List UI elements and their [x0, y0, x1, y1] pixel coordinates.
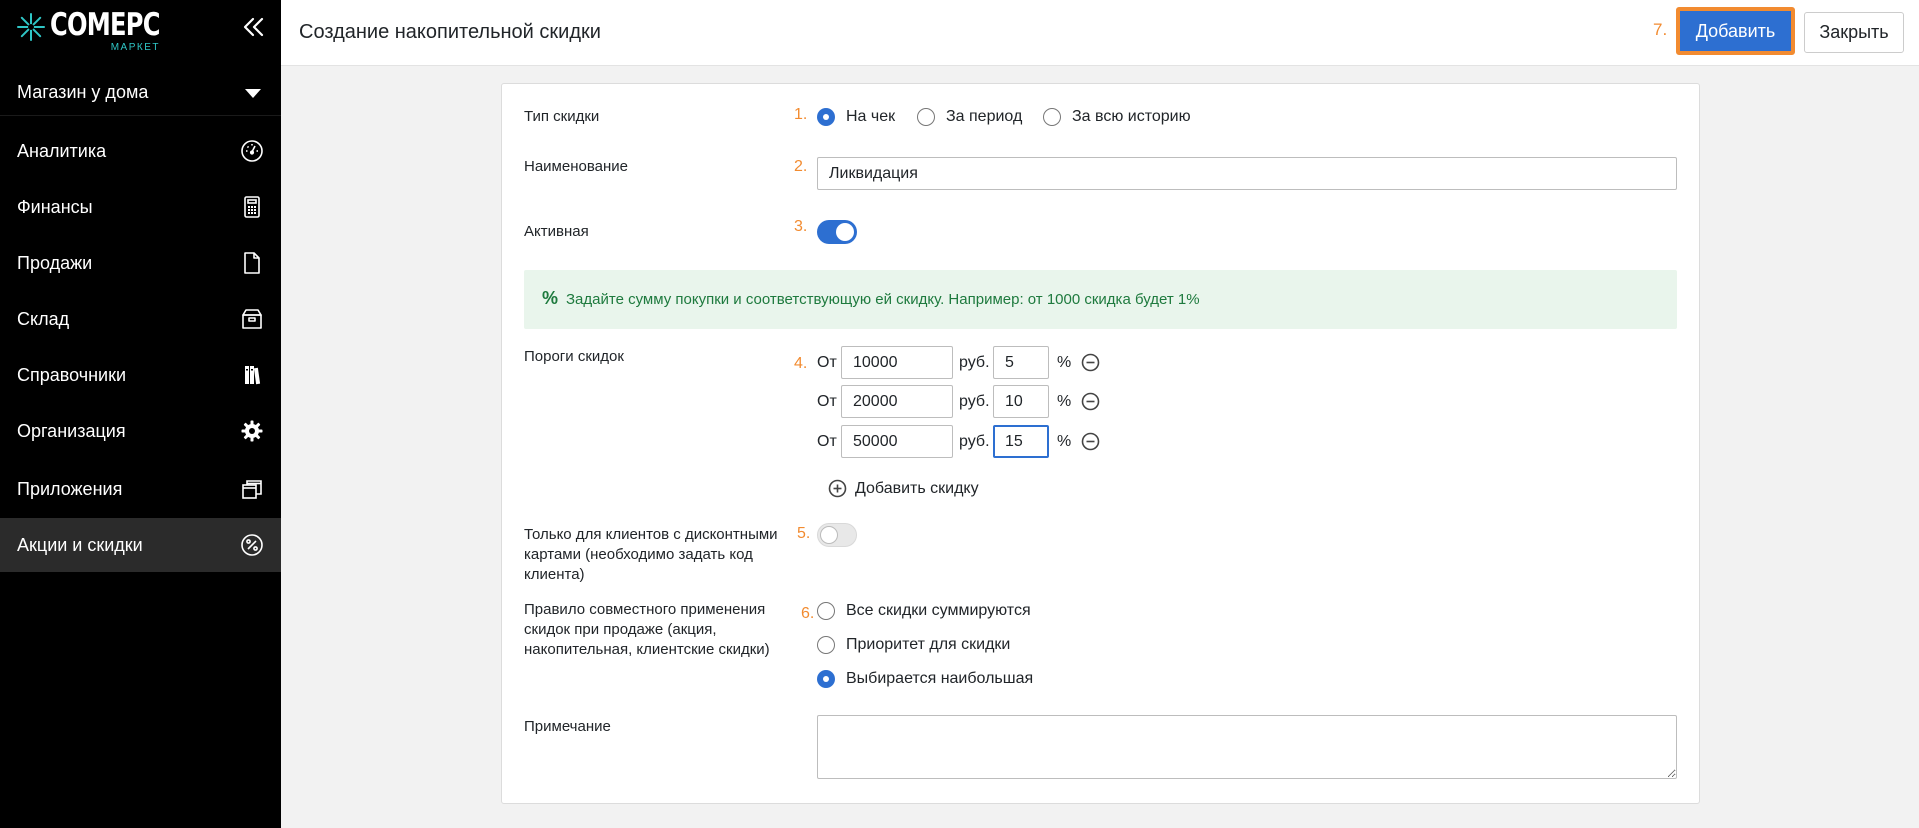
minus-circle-icon[interactable]	[1081, 353, 1100, 372]
radio-label: Все скидки суммируются	[846, 602, 1031, 619]
threshold-discount-input[interactable]	[993, 425, 1049, 458]
store-name: Магазин у дома	[17, 82, 149, 102]
page-title: Создание накопительной скидки	[299, 21, 601, 43]
step-marker-2: 2.	[794, 158, 808, 175]
star-logo-icon	[17, 13, 45, 41]
radio-label: За всю историю	[1072, 108, 1191, 125]
from-label: От	[817, 433, 837, 450]
books-icon	[240, 363, 264, 387]
threshold-amount-input[interactable]	[841, 385, 953, 418]
step-marker-5: 5.	[797, 525, 811, 542]
radio-label: Приоритет для скидки	[846, 636, 1011, 653]
step-marker-3: 3.	[794, 218, 808, 235]
close-button[interactable]: Закрыть	[1804, 12, 1904, 53]
percent-icon: %	[542, 288, 559, 308]
radio-per-period[interactable]	[917, 108, 935, 126]
threshold-discount-input[interactable]	[993, 385, 1049, 418]
percent-label: %	[1057, 354, 1072, 371]
step-marker-1: 1.	[794, 106, 808, 123]
active-toggle[interactable]	[817, 220, 857, 244]
thresholds-label: Пороги скидок	[524, 348, 624, 365]
sidebar-item-label: Справочники	[17, 364, 127, 385]
gauge-icon	[240, 139, 264, 163]
radio-all-history[interactable]	[1043, 108, 1061, 126]
document-icon	[240, 251, 264, 275]
add-discount-label: Добавить скидку	[855, 479, 979, 497]
radio-sum-all[interactable]	[817, 602, 835, 620]
percent-label: %	[1057, 433, 1072, 450]
radio-priority[interactable]	[817, 636, 835, 654]
sidebar-item-apps[interactable]: Приложения	[0, 462, 281, 516]
box-icon	[240, 307, 264, 331]
windows-icon	[240, 477, 264, 501]
sidebar-item-label: Акции и скидки	[17, 534, 143, 555]
card-only-toggle[interactable]	[817, 523, 857, 547]
step-marker-6: 6.	[801, 605, 815, 622]
gear-icon	[240, 419, 264, 443]
radio-label: Выбирается наибольшая	[846, 670, 1034, 687]
sidebar-item-directories[interactable]: Справочники	[0, 348, 281, 402]
store-selector[interactable]: Магазин у дома	[0, 70, 281, 116]
caret-down-icon	[245, 89, 261, 98]
radio-label: На чек	[846, 108, 896, 125]
page-header: Создание накопительной скидки 7. Добавит…	[281, 0, 1919, 66]
sidebar-item-label: Финансы	[17, 196, 93, 217]
add-discount-button[interactable]: Добавить скидку	[828, 479, 979, 498]
sidebar-item-label: Продажи	[17, 252, 93, 273]
add-button-highlight: Добавить	[1676, 7, 1795, 55]
minus-circle-icon[interactable]	[1081, 392, 1100, 411]
note-label: Примечание	[524, 718, 611, 735]
add-button[interactable]: Добавить	[1680, 11, 1791, 51]
currency-label: руб.	[959, 433, 990, 450]
sidebar-item-finance[interactable]: Финансы	[0, 180, 281, 234]
sidebar-item-sales[interactable]: Продажи	[0, 236, 281, 290]
form-card	[501, 83, 1700, 804]
threshold-amount-input[interactable]	[841, 346, 953, 379]
sidebar-item-promotions[interactable]: Акции и скидки	[0, 518, 281, 572]
calculator-icon	[240, 195, 264, 219]
sidebar-item-analytics[interactable]: Аналитика	[0, 124, 281, 178]
radio-label: За период	[946, 108, 1023, 125]
note-textarea[interactable]	[817, 715, 1677, 779]
active-label: Активная	[524, 223, 589, 240]
percent-label: %	[1057, 393, 1072, 410]
name-input[interactable]	[817, 157, 1677, 190]
logo-title: COMEPC	[50, 7, 160, 43]
sidebar-item-label: Склад	[17, 308, 70, 329]
name-label: Наименование	[524, 158, 628, 175]
step-marker-4: 4.	[794, 355, 808, 372]
combine-rule-label: Правило совместного применения скидок пр…	[524, 601, 770, 658]
minus-circle-icon[interactable]	[1081, 432, 1100, 451]
radio-per-check[interactable]	[817, 108, 835, 126]
logo-subtitle: МАРКЕТ	[110, 42, 160, 53]
card-only-label: Только для клиентов с дисконтными картам…	[524, 526, 778, 583]
plus-circle-icon	[828, 479, 847, 498]
from-label: От	[817, 354, 837, 371]
sidebar-item-label: Аналитика	[17, 140, 107, 161]
threshold-discount-input[interactable]	[993, 346, 1049, 379]
info-text: Задайте сумму покупки и соответствующую …	[566, 291, 1200, 308]
info-hint: % Задайте сумму покупки и соответствующу…	[524, 270, 1677, 329]
step-marker-7: 7.	[1653, 20, 1668, 39]
percent-badge-icon	[240, 533, 264, 557]
logo[interactable]: COMEPC МАРКЕТ	[16, 8, 160, 56]
threshold-amount-input[interactable]	[841, 425, 953, 458]
from-label: От	[817, 393, 837, 410]
currency-label: руб.	[959, 354, 990, 371]
sidebar: COMEPC МАРКЕТ Магазин у дома Аналитика Ф…	[0, 0, 281, 828]
sidebar-item-label: Приложения	[17, 478, 123, 499]
currency-label: руб.	[959, 393, 990, 410]
sidebar-item-organization[interactable]: Организация	[0, 404, 281, 458]
sidebar-item-label: Организация	[17, 420, 126, 441]
sidebar-item-warehouse[interactable]: Склад	[0, 292, 281, 346]
double-chevron-left-icon[interactable]	[241, 14, 267, 40]
discount-type-label: Тип скидки	[524, 108, 600, 125]
radio-max-discount[interactable]	[817, 670, 835, 688]
